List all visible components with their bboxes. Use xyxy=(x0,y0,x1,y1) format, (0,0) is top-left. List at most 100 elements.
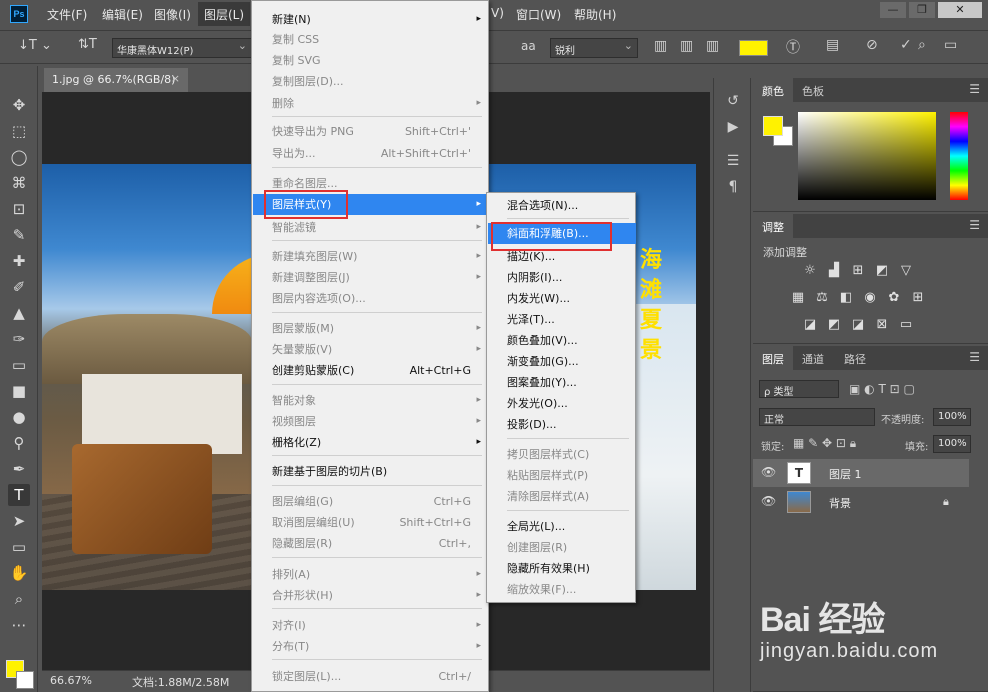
brightness-contrast-icon[interactable]: ☼ xyxy=(801,263,819,279)
menu-file[interactable]: 文件(F) xyxy=(47,6,87,23)
align-right-icon[interactable]: ▥ xyxy=(706,38,719,54)
menu-edit[interactable]: 编辑(E) xyxy=(102,6,143,23)
tab-swatches[interactable]: 色板 xyxy=(793,78,833,102)
layer-menu-item[interactable]: 图层编组(G) Ctrl+G xyxy=(253,491,489,512)
curves-icon[interactable]: ⊞ xyxy=(849,263,867,279)
layer-menu-item[interactable]: 智能对象 ▸ xyxy=(253,390,489,411)
layer-menu-item[interactable]: 导出为... Alt+Shift+Ctrl+' xyxy=(253,143,489,164)
layer-menu-item[interactable]: 分布(T) ▸ xyxy=(253,636,489,657)
style-menu-item[interactable]: 拷贝图层样式(C) xyxy=(488,444,636,465)
more-tools-icon[interactable]: ⋯ xyxy=(8,614,30,636)
style-menu-item[interactable]: 外发光(O)... xyxy=(488,393,636,414)
zoom-tool-icon[interactable]: ⌕ xyxy=(8,588,30,610)
style-menu-item[interactable]: 光泽(T)... xyxy=(488,309,636,330)
anti-alias-select[interactable]: 锐利 xyxy=(550,38,638,58)
history-brush-tool-icon[interactable]: ✑ xyxy=(8,328,30,350)
close-tab-icon[interactable]: × xyxy=(171,72,180,85)
type-tool-icon[interactable]: T xyxy=(8,484,30,506)
menu-image[interactable]: 图像(I) xyxy=(154,6,191,23)
style-menu-item[interactable]: 图案叠加(Y)... xyxy=(488,372,636,393)
layer-menu-item[interactable]: 新建调整图层(J) ▸ xyxy=(253,267,489,288)
threshold-icon[interactable]: ◪ xyxy=(849,317,867,333)
minimize-button[interactable]: — xyxy=(880,2,906,18)
tab-adjustments[interactable]: 调整 xyxy=(753,214,793,238)
blend-mode-select[interactable]: 正常 xyxy=(759,408,875,426)
background-color-swatch[interactable] xyxy=(16,671,34,689)
blur-tool-icon[interactable]: ● xyxy=(8,406,30,428)
adjustments-panel-menu-icon[interactable]: ☰ xyxy=(969,218,980,232)
layer-menu-item[interactable]: 视频图层 ▸ xyxy=(253,411,489,432)
opacity-input[interactable]: 100% xyxy=(933,408,971,426)
style-menu-item[interactable]: 隐藏所有效果(H) xyxy=(488,558,636,579)
menu-window[interactable]: 窗口(W) xyxy=(516,6,561,23)
style-menu-item[interactable]: 内阴影(I)... xyxy=(488,267,636,288)
hue-saturation-icon[interactable]: ▦ xyxy=(789,290,807,306)
lock-icons[interactable]: ▦ ✎ ✥ ⊡ 🔒︎ xyxy=(793,436,856,451)
marquee-tool-icon[interactable]: ⬚ xyxy=(8,120,30,142)
brush-tool-icon[interactable]: ✐ xyxy=(8,276,30,298)
black-white-icon[interactable]: ◧ xyxy=(837,290,855,306)
document-tab[interactable]: 1.jpg @ 66.7%(RGB/8) × xyxy=(44,68,188,92)
menu-layer[interactable]: 图层(L) xyxy=(198,2,251,26)
move-tool-icon[interactable]: ✥ xyxy=(8,94,30,116)
actions-panel-icon[interactable]: ▶ xyxy=(724,118,742,136)
search-icon[interactable]: ⌕ xyxy=(918,37,926,53)
layer-menu-item[interactable]: 矢量蒙版(V) ▸ xyxy=(253,339,489,360)
vibrance-icon[interactable]: ▽ xyxy=(897,263,915,279)
menu-view[interactable]: V) xyxy=(491,6,504,20)
text-color-swatch[interactable] xyxy=(739,40,768,56)
align-left-icon[interactable]: ▥ xyxy=(654,38,667,54)
style-menu-item[interactable]: 颜色叠加(V)... xyxy=(488,330,636,351)
layer-row[interactable]: 👁︎ T 图层 1 xyxy=(753,459,969,487)
layer-menu-item[interactable]: 合并形状(H) ▸ xyxy=(253,585,489,606)
layer-menu-item[interactable]: 智能滤镜 ▸ xyxy=(253,217,489,238)
style-menu-item[interactable]: 内发光(W)... xyxy=(488,288,636,309)
tab-paths[interactable]: 路径 xyxy=(835,346,875,370)
channel-mixer-icon[interactable]: ✿ xyxy=(885,290,903,306)
layer-menu-item[interactable]: 新建基于图层的切片(B) xyxy=(253,461,489,482)
character-panel-icon[interactable]: ▤ xyxy=(826,37,839,53)
paragraph-panel-icon[interactable]: ¶ xyxy=(724,178,742,196)
rectangle-tool-icon[interactable]: ▭ xyxy=(8,536,30,558)
close-button[interactable]: ✕ xyxy=(938,2,982,18)
layer-menu-item[interactable]: 复制 CSS xyxy=(253,29,489,50)
hue-slider[interactable] xyxy=(950,112,968,200)
style-menu-item[interactable]: 创建图层(R) xyxy=(488,537,636,558)
style-menu-item[interactable]: 投影(D)... xyxy=(488,414,636,435)
layer-menu-item[interactable]: 锁定图层(L)... Ctrl+/ xyxy=(253,666,489,687)
color-picker-field[interactable] xyxy=(798,112,936,200)
exposure-icon[interactable]: ◩ xyxy=(873,263,891,279)
maximize-button[interactable]: ❐ xyxy=(909,2,935,18)
healing-brush-tool-icon[interactable]: ✚ xyxy=(8,250,30,272)
workspace-icon[interactable]: ▭ xyxy=(944,37,957,53)
color-lookup-icon[interactable]: ⊞ xyxy=(909,290,927,306)
layer-menu-item[interactable]: 图层内容选项(O)... xyxy=(253,288,489,309)
lasso-tool-icon[interactable]: ◯ xyxy=(8,146,30,168)
tab-layers[interactable]: 图层 xyxy=(753,346,793,370)
style-menu-item[interactable]: 缩放效果(F)... xyxy=(488,579,636,600)
layers-panel-menu-icon[interactable]: ☰ xyxy=(969,350,980,364)
eyedropper-tool-icon[interactable]: ✎ xyxy=(8,224,30,246)
photo-filter-icon[interactable]: ◉ xyxy=(861,290,879,306)
dodge-tool-icon[interactable]: ⚲ xyxy=(8,432,30,454)
eraser-tool-icon[interactable]: ▭ xyxy=(8,354,30,376)
crop-tool-icon[interactable]: ⊡ xyxy=(8,198,30,220)
zoom-level[interactable]: 66.67% xyxy=(50,674,92,687)
layer-name[interactable]: 背景 xyxy=(829,495,851,511)
gradient-tool-icon[interactable]: ■ xyxy=(8,380,30,402)
layer-menu-item[interactable]: 取消图层编组(U) Shift+Ctrl+G xyxy=(253,512,489,533)
warp-text-icon[interactable]: Ⓣ xyxy=(786,37,800,57)
layer-name[interactable]: 图层 1 xyxy=(829,466,862,482)
hand-tool-icon[interactable]: ✋ xyxy=(8,562,30,584)
font-family-select[interactable]: 华康黑体W12(P) xyxy=(112,38,252,58)
fill-input[interactable]: 100% xyxy=(933,435,971,453)
visibility-eye-icon[interactable]: 👁︎ xyxy=(761,494,776,508)
align-center-icon[interactable]: ▥ xyxy=(680,38,693,54)
posterize-icon[interactable]: ◩ xyxy=(825,317,843,333)
pen-tool-icon[interactable]: ✒ xyxy=(8,458,30,480)
properties-panel-icon[interactable]: ☰ xyxy=(724,152,742,170)
style-menu-item[interactable]: 渐变叠加(G)... xyxy=(488,351,636,372)
style-menu-item[interactable]: 清除图层样式(A) xyxy=(488,486,636,507)
picker-foreground-swatch[interactable] xyxy=(763,116,783,136)
style-menu-item[interactable]: 全局光(L)... xyxy=(488,516,636,537)
